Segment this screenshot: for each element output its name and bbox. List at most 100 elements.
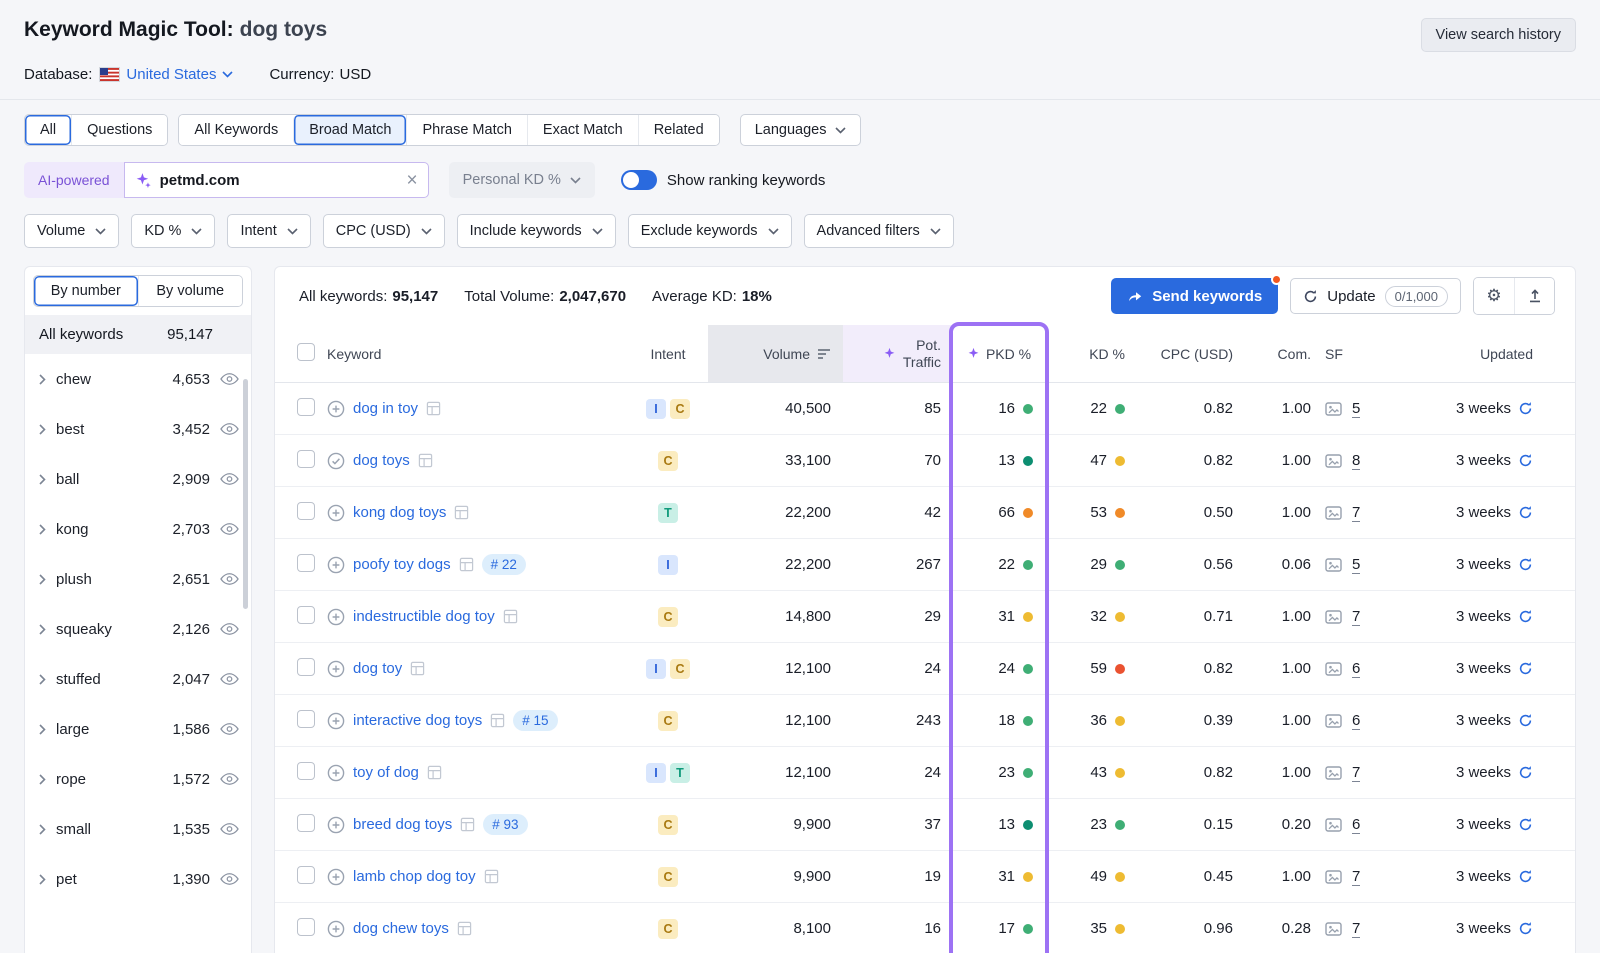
tab-broad-match[interactable]: Broad Match xyxy=(293,115,406,145)
show-ranking-keywords-toggle[interactable] xyxy=(621,170,657,190)
chevron-right-icon[interactable] xyxy=(39,474,46,485)
sidebar-group-row[interactable]: stuffed 2,047 xyxy=(25,654,251,704)
serp-layout-icon[interactable] xyxy=(410,661,425,676)
sf-value[interactable]: 6 xyxy=(1352,816,1360,834)
eye-icon[interactable] xyxy=(220,373,239,385)
sf-value[interactable]: 7 xyxy=(1352,868,1360,886)
select-all-checkbox[interactable] xyxy=(297,343,315,361)
sidebar-scrollbar[interactable] xyxy=(243,379,248,609)
sidebar-group-row[interactable]: best 3,452 xyxy=(25,404,251,454)
serp-layout-icon[interactable] xyxy=(490,713,505,728)
refresh-icon[interactable] xyxy=(1518,401,1533,416)
row-checkbox[interactable] xyxy=(297,918,315,936)
pot-traffic-column-header[interactable]: Pot.Traffic xyxy=(843,325,953,382)
refresh-icon[interactable] xyxy=(1518,557,1533,572)
keyword-link[interactable]: breed dog toys xyxy=(353,816,452,833)
keyword-link[interactable]: dog toy xyxy=(353,660,402,677)
chevron-right-icon[interactable] xyxy=(39,774,46,785)
serp-snapshot-icon[interactable] xyxy=(1325,818,1342,832)
eye-icon[interactable] xyxy=(220,573,239,585)
keyword-link[interactable]: interactive dog toys xyxy=(353,712,482,729)
volume-filter[interactable]: Volume xyxy=(24,214,119,248)
serp-snapshot-icon[interactable] xyxy=(1325,870,1342,884)
update-button[interactable]: Update 0/1,000 xyxy=(1290,278,1461,314)
row-checkbox[interactable] xyxy=(297,554,315,572)
row-checkbox[interactable] xyxy=(297,606,315,624)
sidebar-group-row[interactable]: chew 4,653 xyxy=(25,354,251,404)
com-column-header[interactable]: Com. xyxy=(1245,346,1323,362)
kd-filter[interactable]: KD % xyxy=(131,214,215,248)
serp-layout-icon[interactable] xyxy=(427,765,442,780)
chevron-right-icon[interactable] xyxy=(39,574,46,585)
cpc-column-header[interactable]: CPC (USD) xyxy=(1137,346,1245,362)
tab-exact-match[interactable]: Exact Match xyxy=(527,115,638,145)
row-checkbox[interactable] xyxy=(297,866,315,884)
ai-domain-input[interactable] xyxy=(160,172,399,189)
add-keyword-icon[interactable] xyxy=(327,712,345,730)
chevron-right-icon[interactable] xyxy=(39,874,46,885)
refresh-icon[interactable] xyxy=(1518,869,1533,884)
sidebar-group-row[interactable]: squeaky 2,126 xyxy=(25,604,251,654)
refresh-icon[interactable] xyxy=(1518,505,1533,520)
refresh-icon[interactable] xyxy=(1518,453,1533,468)
intent-filter[interactable]: Intent xyxy=(227,214,310,248)
serp-snapshot-icon[interactable] xyxy=(1325,714,1342,728)
eye-icon[interactable] xyxy=(220,873,239,885)
serp-layout-icon[interactable] xyxy=(460,817,475,832)
intent-column-header[interactable]: Intent xyxy=(628,346,708,362)
volume-column-header[interactable]: Volume xyxy=(708,325,843,382)
eye-icon[interactable] xyxy=(220,673,239,685)
send-keywords-button[interactable]: Send keywords xyxy=(1111,278,1278,314)
keyword-link[interactable]: lamb chop dog toy xyxy=(353,868,476,885)
include-keywords-filter[interactable]: Include keywords xyxy=(457,214,616,248)
chevron-right-icon[interactable] xyxy=(39,674,46,685)
row-checkbox[interactable] xyxy=(297,814,315,832)
serp-layout-icon[interactable] xyxy=(484,869,499,884)
sf-value[interactable]: 5 xyxy=(1352,400,1360,418)
tab-phrase-match[interactable]: Phrase Match xyxy=(406,115,526,145)
serp-layout-icon[interactable] xyxy=(454,505,469,520)
updated-column-header[interactable]: Updated xyxy=(1401,346,1551,362)
chevron-right-icon[interactable] xyxy=(39,624,46,635)
keyword-link[interactable]: dog toys xyxy=(353,452,410,469)
row-checkbox[interactable] xyxy=(297,762,315,780)
refresh-icon[interactable] xyxy=(1518,661,1533,676)
add-keyword-icon[interactable] xyxy=(327,556,345,574)
exclude-keywords-filter[interactable]: Exclude keywords xyxy=(628,214,792,248)
row-checkbox[interactable] xyxy=(297,710,315,728)
eye-icon[interactable] xyxy=(220,623,239,635)
sidebar-group-row[interactable]: large 1,586 xyxy=(25,704,251,754)
chevron-right-icon[interactable] xyxy=(39,374,46,385)
serp-snapshot-icon[interactable] xyxy=(1325,766,1342,780)
clear-input-icon[interactable]: × xyxy=(406,171,417,190)
sidebar-group-row[interactable]: plush 2,651 xyxy=(25,554,251,604)
add-keyword-icon[interactable] xyxy=(327,660,345,678)
tab-related[interactable]: Related xyxy=(638,115,719,145)
serp-snapshot-icon[interactable] xyxy=(1325,610,1342,624)
tab-all[interactable]: All xyxy=(25,115,71,145)
sidebar-group-row[interactable]: ball 2,909 xyxy=(25,454,251,504)
refresh-icon[interactable] xyxy=(1518,765,1533,780)
sidebar-group-row[interactable]: kong 2,703 xyxy=(25,504,251,554)
chevron-right-icon[interactable] xyxy=(39,824,46,835)
keyword-link[interactable]: kong dog toys xyxy=(353,504,446,521)
serp-layout-icon[interactable] xyxy=(503,609,518,624)
chevron-right-icon[interactable] xyxy=(39,424,46,435)
by-volume-tab[interactable]: By volume xyxy=(138,276,243,306)
settings-button[interactable]: ⚙ xyxy=(1474,278,1514,314)
sidebar-all-keywords[interactable]: All keywords 95,147 xyxy=(25,315,251,354)
sidebar-group-row[interactable]: rope 1,572 xyxy=(25,754,251,804)
sf-value[interactable]: 7 xyxy=(1352,920,1360,938)
sf-value[interactable]: 7 xyxy=(1352,608,1360,626)
personal-kd-dropdown[interactable]: Personal KD % xyxy=(449,162,595,198)
serp-snapshot-icon[interactable] xyxy=(1325,558,1342,572)
keyword-link[interactable]: poofy toy dogs xyxy=(353,556,451,573)
advanced-filters[interactable]: Advanced filters xyxy=(804,214,954,248)
cpc-filter[interactable]: CPC (USD) xyxy=(323,214,445,248)
pkd-column-header[interactable]: PKD % xyxy=(953,346,1045,362)
by-number-tab[interactable]: By number xyxy=(34,276,138,306)
keyword-link[interactable]: dog chew toys xyxy=(353,920,449,937)
row-checkbox[interactable] xyxy=(297,502,315,520)
keyword-link[interactable]: indestructible dog toy xyxy=(353,608,495,625)
keyword-link[interactable]: toy of dog xyxy=(353,764,419,781)
